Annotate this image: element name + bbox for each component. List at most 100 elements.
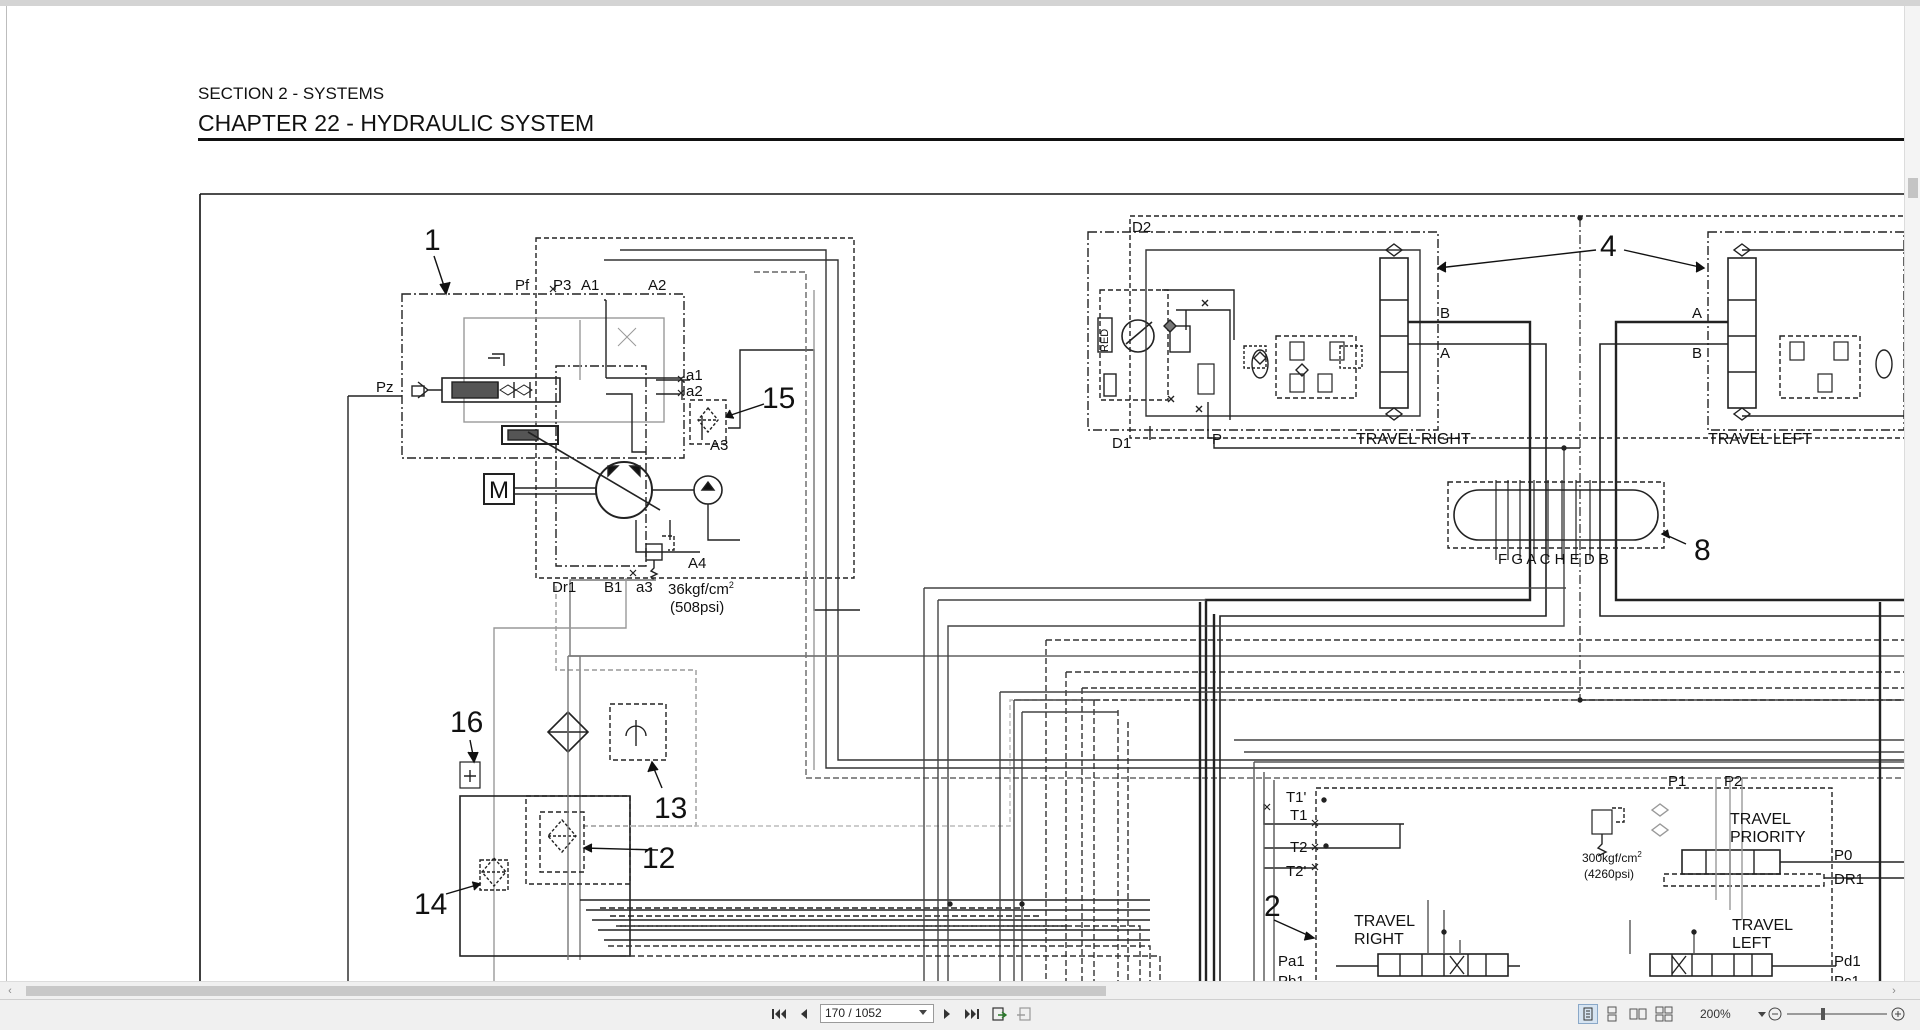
main-relief-valve bbox=[1591, 809, 1613, 835]
port-p2: P2 bbox=[1724, 773, 1742, 790]
previous-view-icon bbox=[992, 1007, 1007, 1021]
first-page-button[interactable] bbox=[769, 1004, 789, 1024]
horizontal-scrollbar[interactable]: ‹ › bbox=[0, 981, 1920, 1000]
next-page-button[interactable] bbox=[937, 1004, 957, 1024]
motor-label: M bbox=[489, 477, 509, 504]
scroll-left-arrow-icon[interactable]: ‹ bbox=[4, 984, 16, 998]
port-p3: P3 bbox=[553, 277, 571, 294]
last-page-icon bbox=[965, 1009, 979, 1019]
port-pz: Pz bbox=[376, 379, 394, 396]
pilot-relief-pressure-psi: (508psi) bbox=[670, 599, 724, 616]
main-pump-symbol bbox=[595, 461, 653, 519]
zoom-slider-thumb[interactable] bbox=[1821, 1008, 1825, 1020]
zoom-in-icon bbox=[1891, 1007, 1905, 1021]
horizontal-scrollbar-thumb[interactable] bbox=[26, 986, 1106, 996]
port-a1: a1 bbox=[686, 367, 703, 384]
previous-page-button[interactable] bbox=[794, 1004, 814, 1024]
travel-left-line-b bbox=[1614, 320, 1904, 602]
next-view-button[interactable] bbox=[1014, 1004, 1034, 1024]
port-dr1: Dr1 bbox=[552, 579, 576, 596]
hydraulic-schematic: M 1 15 16 13 12 14 4 8 2 Pf P3 A1 A2 Pz … bbox=[199, 193, 1904, 981]
vertical-scrollbar-thumb[interactable] bbox=[1908, 178, 1918, 198]
travel-right-counterbalance-valve bbox=[1379, 257, 1409, 409]
callout-4: 4 bbox=[1600, 230, 1617, 263]
document-viewer: SECTION 2 - SYSTEMS CHAPTER 22 - HYDRAUL… bbox=[0, 0, 1920, 981]
vertical-scrollbar[interactable] bbox=[1904, 6, 1920, 981]
travel-right-valve-label-1: TRAVEL bbox=[1354, 913, 1415, 930]
port-pf: Pf bbox=[515, 277, 530, 294]
page-number-field[interactable]: 170 / 1052 bbox=[820, 1004, 934, 1023]
two-page-continuous-view-icon bbox=[1655, 1006, 1673, 1022]
port-p1: P1 bbox=[1668, 773, 1686, 790]
travel-left-valve-label-1: TRAVEL bbox=[1732, 917, 1793, 934]
port-d2: D2 bbox=[1132, 219, 1151, 236]
page-number-input[interactable]: 170 / 1052 bbox=[825, 1006, 913, 1021]
port-d1: D1 bbox=[1112, 435, 1131, 452]
travel-priority-label-2: PRIORITY bbox=[1730, 829, 1806, 846]
two-page-view-button[interactable] bbox=[1628, 1004, 1648, 1024]
callout-15: 15 bbox=[762, 382, 795, 415]
spool-solid bbox=[451, 381, 499, 399]
callout-16: 16 bbox=[450, 706, 483, 739]
swivel-port-labels: F G A C H E D B bbox=[1498, 551, 1609, 568]
port-pc1: Pc1 bbox=[1834, 973, 1860, 981]
document-page: SECTION 2 - SYSTEMS CHAPTER 22 - HYDRAUL… bbox=[8, 6, 1904, 981]
scroll-right-arrow-icon[interactable]: › bbox=[1888, 984, 1900, 998]
port-a1-top: A1 bbox=[581, 277, 599, 294]
callout-12: 12 bbox=[642, 842, 675, 875]
two-page-continuous-view-button[interactable] bbox=[1654, 1004, 1674, 1024]
navigation-toolbar: 170 / 1052 200% bbox=[0, 999, 1920, 1030]
port-b-left: B bbox=[1692, 345, 1702, 362]
zoom-level[interactable]: 200% bbox=[1700, 1007, 1731, 1021]
travel-left-counterbalance-valve bbox=[1727, 257, 1757, 409]
port-t2-prime: T2' bbox=[1286, 863, 1307, 880]
center-joint-symbol bbox=[1453, 489, 1659, 541]
callout-2: 2 bbox=[1264, 890, 1281, 923]
travel-right-spool bbox=[1377, 953, 1509, 977]
port-a4: A4 bbox=[688, 555, 706, 572]
center-joint-box bbox=[1447, 481, 1665, 549]
port-t1: T1 bbox=[1290, 807, 1308, 824]
travel-left-label: TRAVEL LEFT bbox=[1708, 431, 1812, 448]
callout-8: 8 bbox=[1694, 534, 1711, 567]
port-a2: a2 bbox=[686, 383, 703, 400]
travel-left-motor-box bbox=[1707, 231, 1904, 431]
callout-14: 14 bbox=[414, 888, 447, 921]
viewer-left-border bbox=[6, 6, 7, 981]
travel-priority-spool bbox=[1681, 849, 1781, 875]
port-pd1: Pd1 bbox=[1834, 953, 1861, 970]
travel-right-valve-label-2: RIGHT bbox=[1354, 931, 1404, 948]
port-a-right: A bbox=[1440, 345, 1450, 362]
main-relief-pressure-psi: (4260psi) bbox=[1584, 867, 1634, 881]
zoom-in-button[interactable] bbox=[1888, 1004, 1908, 1024]
return-filter-box bbox=[525, 795, 631, 885]
single-page-view-button[interactable] bbox=[1578, 1004, 1598, 1024]
callout-1: 1 bbox=[424, 224, 441, 257]
bypass-check-box bbox=[609, 703, 667, 761]
continuous-view-button[interactable] bbox=[1602, 1004, 1622, 1024]
zoom-out-button[interactable] bbox=[1765, 1004, 1785, 1024]
main-relief-pressure: 300kgf/cm2 bbox=[1582, 850, 1642, 865]
port-t1-prime: T1' bbox=[1286, 789, 1307, 806]
regulator-circuit bbox=[463, 317, 665, 423]
travel-left-valve-label-2: LEFT bbox=[1732, 935, 1771, 952]
next-view-icon bbox=[1017, 1007, 1031, 1021]
port-b1: B1 bbox=[604, 579, 622, 596]
port-t2: T2 bbox=[1290, 839, 1308, 856]
port-b-right: B bbox=[1440, 305, 1450, 322]
callout-13: 13 bbox=[654, 792, 687, 825]
next-page-icon bbox=[944, 1009, 950, 1019]
return-filter-symbol bbox=[547, 818, 577, 854]
port-dr1-right: DR1 bbox=[1834, 871, 1864, 888]
last-page-button[interactable] bbox=[962, 1004, 982, 1024]
port-p: P bbox=[1212, 431, 1222, 448]
page-dropdown-arrow-icon[interactable] bbox=[919, 1010, 927, 1015]
travel-priority-label-1: TRAVEL bbox=[1730, 811, 1791, 828]
port-a3-upper: A3 bbox=[710, 437, 728, 454]
travel-left-spool bbox=[1649, 953, 1773, 977]
previous-view-button[interactable] bbox=[989, 1004, 1009, 1024]
zoom-slider[interactable] bbox=[1787, 1008, 1887, 1020]
port-a2-top: A2 bbox=[648, 277, 666, 294]
port-pa1: Pa1 bbox=[1278, 953, 1305, 970]
reduction-gear-label: RED bbox=[1099, 329, 1111, 352]
